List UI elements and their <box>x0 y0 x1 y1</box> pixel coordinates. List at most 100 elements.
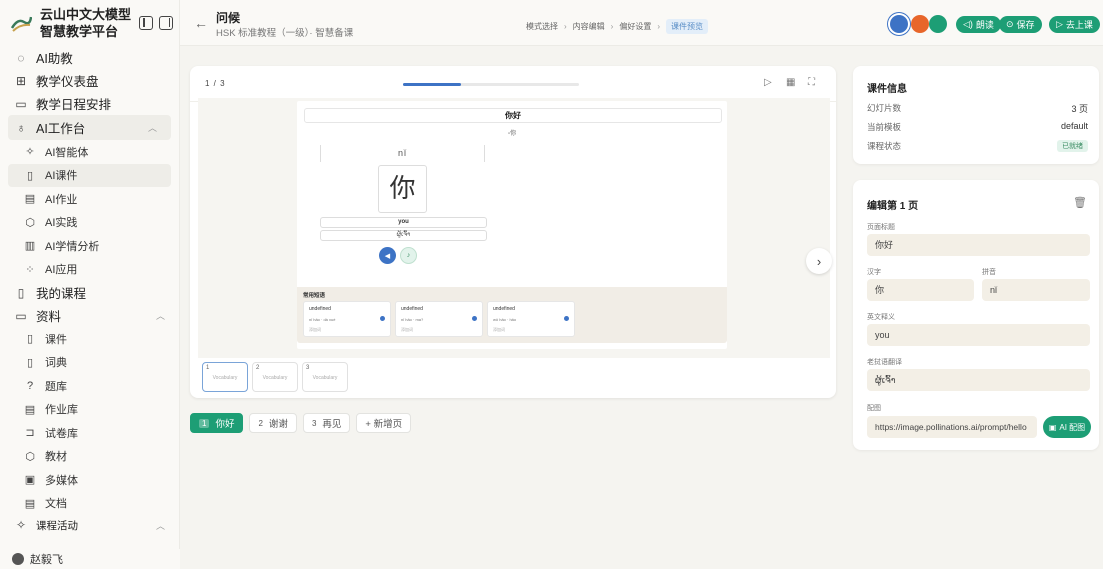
next-slide-button[interactable]: › <box>806 248 832 274</box>
avatar <box>12 553 24 565</box>
breadcrumb-step-content[interactable]: 内容编辑 <box>573 21 605 32</box>
sidebar-item-dashboard[interactable]: ⊞ 教学仪表盘 <box>0 69 179 92</box>
folder-icon: ▭ <box>15 308 27 323</box>
sidebar-item-multimedia[interactable]: ▣ 多媒体 <box>0 468 179 492</box>
image-url-field[interactable]: https://image.pollinations.ai/prompt/hel… <box>867 416 1037 438</box>
chevron-up-icon: ︿ <box>155 520 165 531</box>
status-badge: 已就绪 <box>1057 140 1088 152</box>
speaker-icon: ◀ <box>384 252 391 260</box>
start-class-button[interactable]: ▷ 去上课 <box>1049 16 1100 33</box>
sidebar-item-question-bank[interactable]: ? 题库 <box>0 374 179 398</box>
chevron-right-icon: › <box>564 22 567 31</box>
phrase-panel: 常用短语 undefined nǐ hǎo · dà xué 添加词 undef… <box>297 287 727 343</box>
pinyin-field[interactable]: nǐ <box>982 279 1090 301</box>
sidebar-item-course-activities[interactable]: ✧ 课程活动 ︿ <box>0 515 179 535</box>
sidebar-item-ai-courseware[interactable]: ▯ AI课件 <box>8 163 171 187</box>
breadcrumb-step-mode[interactable]: 模式选择 <box>526 21 558 32</box>
sidebar-item-dictionary[interactable]: ▯ 词典 <box>0 351 179 375</box>
exam-icon: ⊐ <box>25 427 35 440</box>
book-open-icon: ▯ <box>17 285 25 300</box>
slide-counter: 1 / 3 <box>205 79 226 88</box>
page-title-field[interactable]: 你好 <box>867 234 1090 256</box>
top-header: ← 问候 HSK 标准教程（一级）· 智慧备课 模式选择 › 内容编辑 › 偏好… <box>180 0 1103 46</box>
play-audio-button[interactable]: ◀ <box>379 247 396 264</box>
book-icon: ▯ <box>26 169 34 182</box>
chevron-right-icon: › <box>816 253 822 269</box>
sidebar-item-materials[interactable]: ▭ 资料 ︿ <box>0 304 179 327</box>
save-button[interactable]: ⊙ 保存 <box>999 16 1042 33</box>
speaker-icon: ◁) <box>963 19 973 29</box>
read-aloud-button[interactable]: ◁) 朗读 <box>956 16 1001 33</box>
page-title: 问候 <box>216 11 241 25</box>
book-toggle-icon[interactable] <box>139 16 153 30</box>
hanzi-card: 你 <box>378 165 427 213</box>
sidebar-item-homework-bank[interactable]: ▤ 作业库 <box>0 398 179 422</box>
sidebar-item-ai-workbench[interactable]: ♁ AI工作台 ︿ <box>8 115 171 140</box>
sidebar-item-courseware[interactable]: ▯ 课件 <box>0 327 179 351</box>
broken-image: ▫你 <box>508 131 517 137</box>
breadcrumb-step-preferences[interactable]: 偏好设置 <box>619 21 651 32</box>
translation-field[interactable]: ຜູ້ເຈົ້າ <box>867 369 1090 391</box>
play-icon[interactable]: ▷ <box>764 77 772 88</box>
page-tab[interactable]: 2 谢谢 <box>249 413 297 433</box>
back-arrow-icon[interactable]: ← <box>194 15 208 31</box>
audio-dot-icon[interactable] <box>564 316 569 321</box>
sidebar-item-ai-practice[interactable]: ⬡ AI实践 <box>0 211 179 235</box>
grid-icon[interactable]: ▦ <box>786 77 795 88</box>
slide-thumbnail[interactable]: 2 Vocabulary <box>252 362 298 392</box>
ai-image-button[interactable]: ▣ AI 配图 <box>1043 416 1091 438</box>
sidebar-item-exam-bank[interactable]: ⊐ 试卷库 <box>0 421 179 445</box>
theme-green-swatch[interactable] <box>929 15 947 33</box>
file-icon: ▤ <box>24 403 36 416</box>
book-icon: ▯ <box>26 333 34 346</box>
courseware-info-panel: 课件信息 幻灯片数 3 页 当前模板 default 课程状态 已就绪 <box>853 66 1099 164</box>
info-panel-title: 课件信息 <box>867 84 907 95</box>
sidebar-collapse-icon[interactable] <box>159 16 173 30</box>
page-tab[interactable]: 3 再见 <box>302 413 351 433</box>
chevron-up-icon: ︿ <box>155 311 165 321</box>
page-tab[interactable]: 1 你好 <box>190 413 244 433</box>
slide-thumbnail[interactable]: 3 Vocabulary <box>302 362 348 392</box>
logo-icon <box>10 12 33 34</box>
sidebar-nav: ◌ AI助教 ⊞ 教学仪表盘 ▭ 教学日程安排 ♁ AI工作台 ︿ ✧ AI智能体 ▯ AI课… <box>0 46 179 535</box>
user-profile[interactable]: 赵毅飞 <box>0 549 180 569</box>
add-page-button[interactable]: + 新增页 <box>356 413 412 433</box>
sidebar-item-schedule[interactable]: ▭ 教学日程安排 <box>0 92 179 115</box>
page-subtitle: HSK 标准教程（一级）· 智慧备课 <box>216 28 354 39</box>
phrase-card[interactable]: undefined wǒ hǎo · hǎo 添加词 <box>487 301 575 337</box>
pinyin-display: nǐ <box>320 145 485 162</box>
sidebar-item-textbooks[interactable]: ⬡ 教材 <box>0 445 179 469</box>
slide-thumbnails: 1 Vocabulary 2 Vocabulary 3 Vocabulary <box>202 362 348 392</box>
english-meaning: you <box>320 217 487 228</box>
chevron-right-icon: › <box>610 22 614 31</box>
sidebar-item-ai-homework[interactable]: ▤ AI作业 <box>0 187 179 211</box>
fullscreen-icon[interactable]: ⛶ <box>808 77 815 88</box>
file-icon: ▤ <box>24 193 36 206</box>
sidebar-item-documents[interactable]: ▤ 文档 <box>0 492 179 516</box>
mic-icon: ♪ <box>406 252 411 259</box>
chevron-right-icon: › <box>657 22 661 31</box>
page-tabs: 1 你好 2 谢谢 3 再见 + 新增页 <box>190 413 412 433</box>
breadcrumb-step-preview[interactable]: 课件预览 <box>666 19 709 34</box>
trash-icon[interactable]: 🗑 <box>1073 196 1087 209</box>
english-field[interactable]: you <box>867 324 1090 346</box>
record-button[interactable]: ♪ <box>400 247 417 264</box>
hanzi-field[interactable]: 你 <box>867 279 974 301</box>
audio-dot-icon[interactable] <box>380 316 385 321</box>
sidebar-item-ai-assistant[interactable]: ◌ AI助教 <box>0 46 179 69</box>
phrase-card[interactable]: undefined nǐ hǎo · ma? 添加词 <box>395 301 483 337</box>
sparkle-icon: ✧ <box>15 518 27 532</box>
slide-thumbnail[interactable]: 1 Vocabulary <box>202 362 248 392</box>
theme-orange-swatch[interactable] <box>911 15 929 33</box>
slide-progress-bar <box>403 83 579 86</box>
sidebar-item-ai-apps[interactable]: ⁘ AI应用 <box>0 258 179 282</box>
phrase-card[interactable]: undefined nǐ hǎo · dà xué 添加词 <box>303 301 391 337</box>
audio-dot-icon[interactable] <box>472 316 477 321</box>
chevron-up-icon: ︿ <box>147 123 157 133</box>
sidebar-item-my-courses[interactable]: ▯ 我的课程 <box>0 281 179 304</box>
sidebar-item-ai-agent[interactable]: ✧ AI智能体 <box>0 140 179 164</box>
theme-blue-swatch[interactable] <box>890 15 908 33</box>
play-icon: ▷ <box>1056 19 1063 29</box>
image-icon: ▣ <box>24 474 36 487</box>
sidebar-item-ai-analytics[interactable]: ▥ AI学情分析 <box>0 234 179 258</box>
